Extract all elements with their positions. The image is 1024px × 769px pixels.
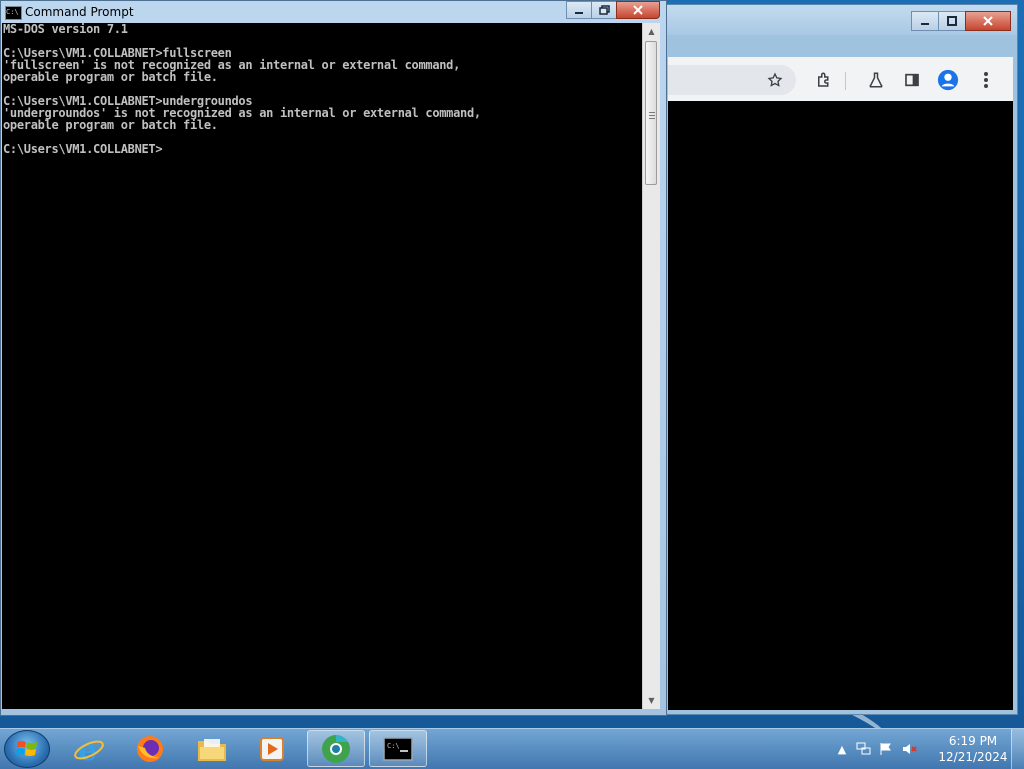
console-output[interactable]: MS-DOS version 7.1 C:\Users\VM1.COLLABNE…: [2, 23, 642, 709]
svg-text:C:\: C:\: [387, 742, 400, 750]
windows-logo-icon: [16, 741, 37, 756]
chrome-toolbar: [668, 57, 1013, 101]
close-button[interactable]: [965, 11, 1011, 31]
command-prompt-icon[interactable]: C:\: [5, 6, 22, 20]
desktop: C:\ Command Prompt MS-DOS version 7.1 C:…: [0, 0, 1024, 728]
clock-date: 12/21/2024: [938, 750, 1008, 764]
scroll-thumb[interactable]: [645, 41, 657, 185]
show-hidden-icons[interactable]: ▲: [834, 741, 850, 757]
scroll-down-arrow[interactable]: ▼: [643, 692, 660, 709]
minimize-icon: [575, 12, 583, 14]
firefox-icon: [137, 735, 163, 762]
internet-explorer-icon: e: [74, 733, 104, 765]
start-button[interactable]: [4, 730, 50, 768]
taskbar-file-explorer[interactable]: [183, 730, 241, 767]
taskbar-media-player[interactable]: [243, 730, 301, 767]
vertical-scrollbar[interactable]: ▲ ▼: [642, 23, 660, 709]
grip-icon: [649, 112, 655, 119]
labs-icon[interactable]: [865, 69, 887, 91]
taskbar-command-prompt[interactable]: C:\: [369, 730, 427, 767]
cmd-caption-buttons: [566, 1, 660, 19]
chrome-icon: [322, 734, 350, 763]
taskbar-internet-explorer[interactable]: e: [60, 730, 118, 767]
taskbar-chrome[interactable]: [307, 730, 365, 767]
maximize-button[interactable]: [938, 11, 966, 31]
restore-icon: [598, 5, 610, 15]
maximize-icon: [947, 16, 957, 26]
more-menu-icon[interactable]: [975, 69, 997, 91]
toolbar-divider: [845, 72, 846, 90]
media-player-icon: [260, 736, 284, 761]
command-prompt-icon: C:\: [383, 736, 413, 761]
profile-icon[interactable]: [937, 69, 959, 91]
clock-time: 6:19 PM: [948, 734, 998, 748]
minimize-icon: [921, 23, 929, 25]
side-panel-icon[interactable]: [901, 69, 923, 91]
clock[interactable]: 6:19 PM 12/21/2024: [938, 733, 1008, 765]
taskbar-firefox[interactable]: [121, 730, 179, 767]
close-icon: [633, 5, 643, 15]
close-button[interactable]: [616, 1, 660, 19]
window-title: Command Prompt: [25, 5, 134, 19]
system-tray: ▲ 6:19 PM 12/21/2024: [834, 729, 1024, 769]
minimize-button[interactable]: [911, 11, 939, 31]
volume-muted-icon[interactable]: [902, 741, 918, 757]
chrome-caption-buttons: [911, 11, 1011, 31]
taskbar: e C:\ ▲ 6:19 PM 12/21/2024: [0, 728, 1024, 769]
network-icon[interactable]: [856, 741, 872, 757]
console-text: MS-DOS version 7.1 C:\Users\VM1.COLLABNE…: [3, 23, 481, 156]
chrome-window[interactable]: [663, 4, 1018, 715]
file-explorer-icon: [198, 738, 226, 761]
scroll-up-arrow[interactable]: ▲: [643, 23, 660, 40]
chrome-titlebar[interactable]: [664, 5, 1017, 35]
show-desktop-button[interactable]: [1011, 729, 1024, 769]
close-icon: [983, 16, 993, 26]
action-center-flag-icon[interactable]: [878, 741, 894, 757]
cmd-titlebar[interactable]: C:\ Command Prompt: [1, 1, 666, 23]
command-prompt-window[interactable]: C:\ Command Prompt MS-DOS version 7.1 C:…: [0, 0, 667, 716]
restore-button[interactable]: [591, 1, 617, 19]
extensions-icon[interactable]: [813, 69, 835, 91]
star-icon[interactable]: [764, 69, 786, 91]
chrome-page-content[interactable]: [668, 101, 1013, 710]
minimize-button[interactable]: [566, 1, 592, 19]
